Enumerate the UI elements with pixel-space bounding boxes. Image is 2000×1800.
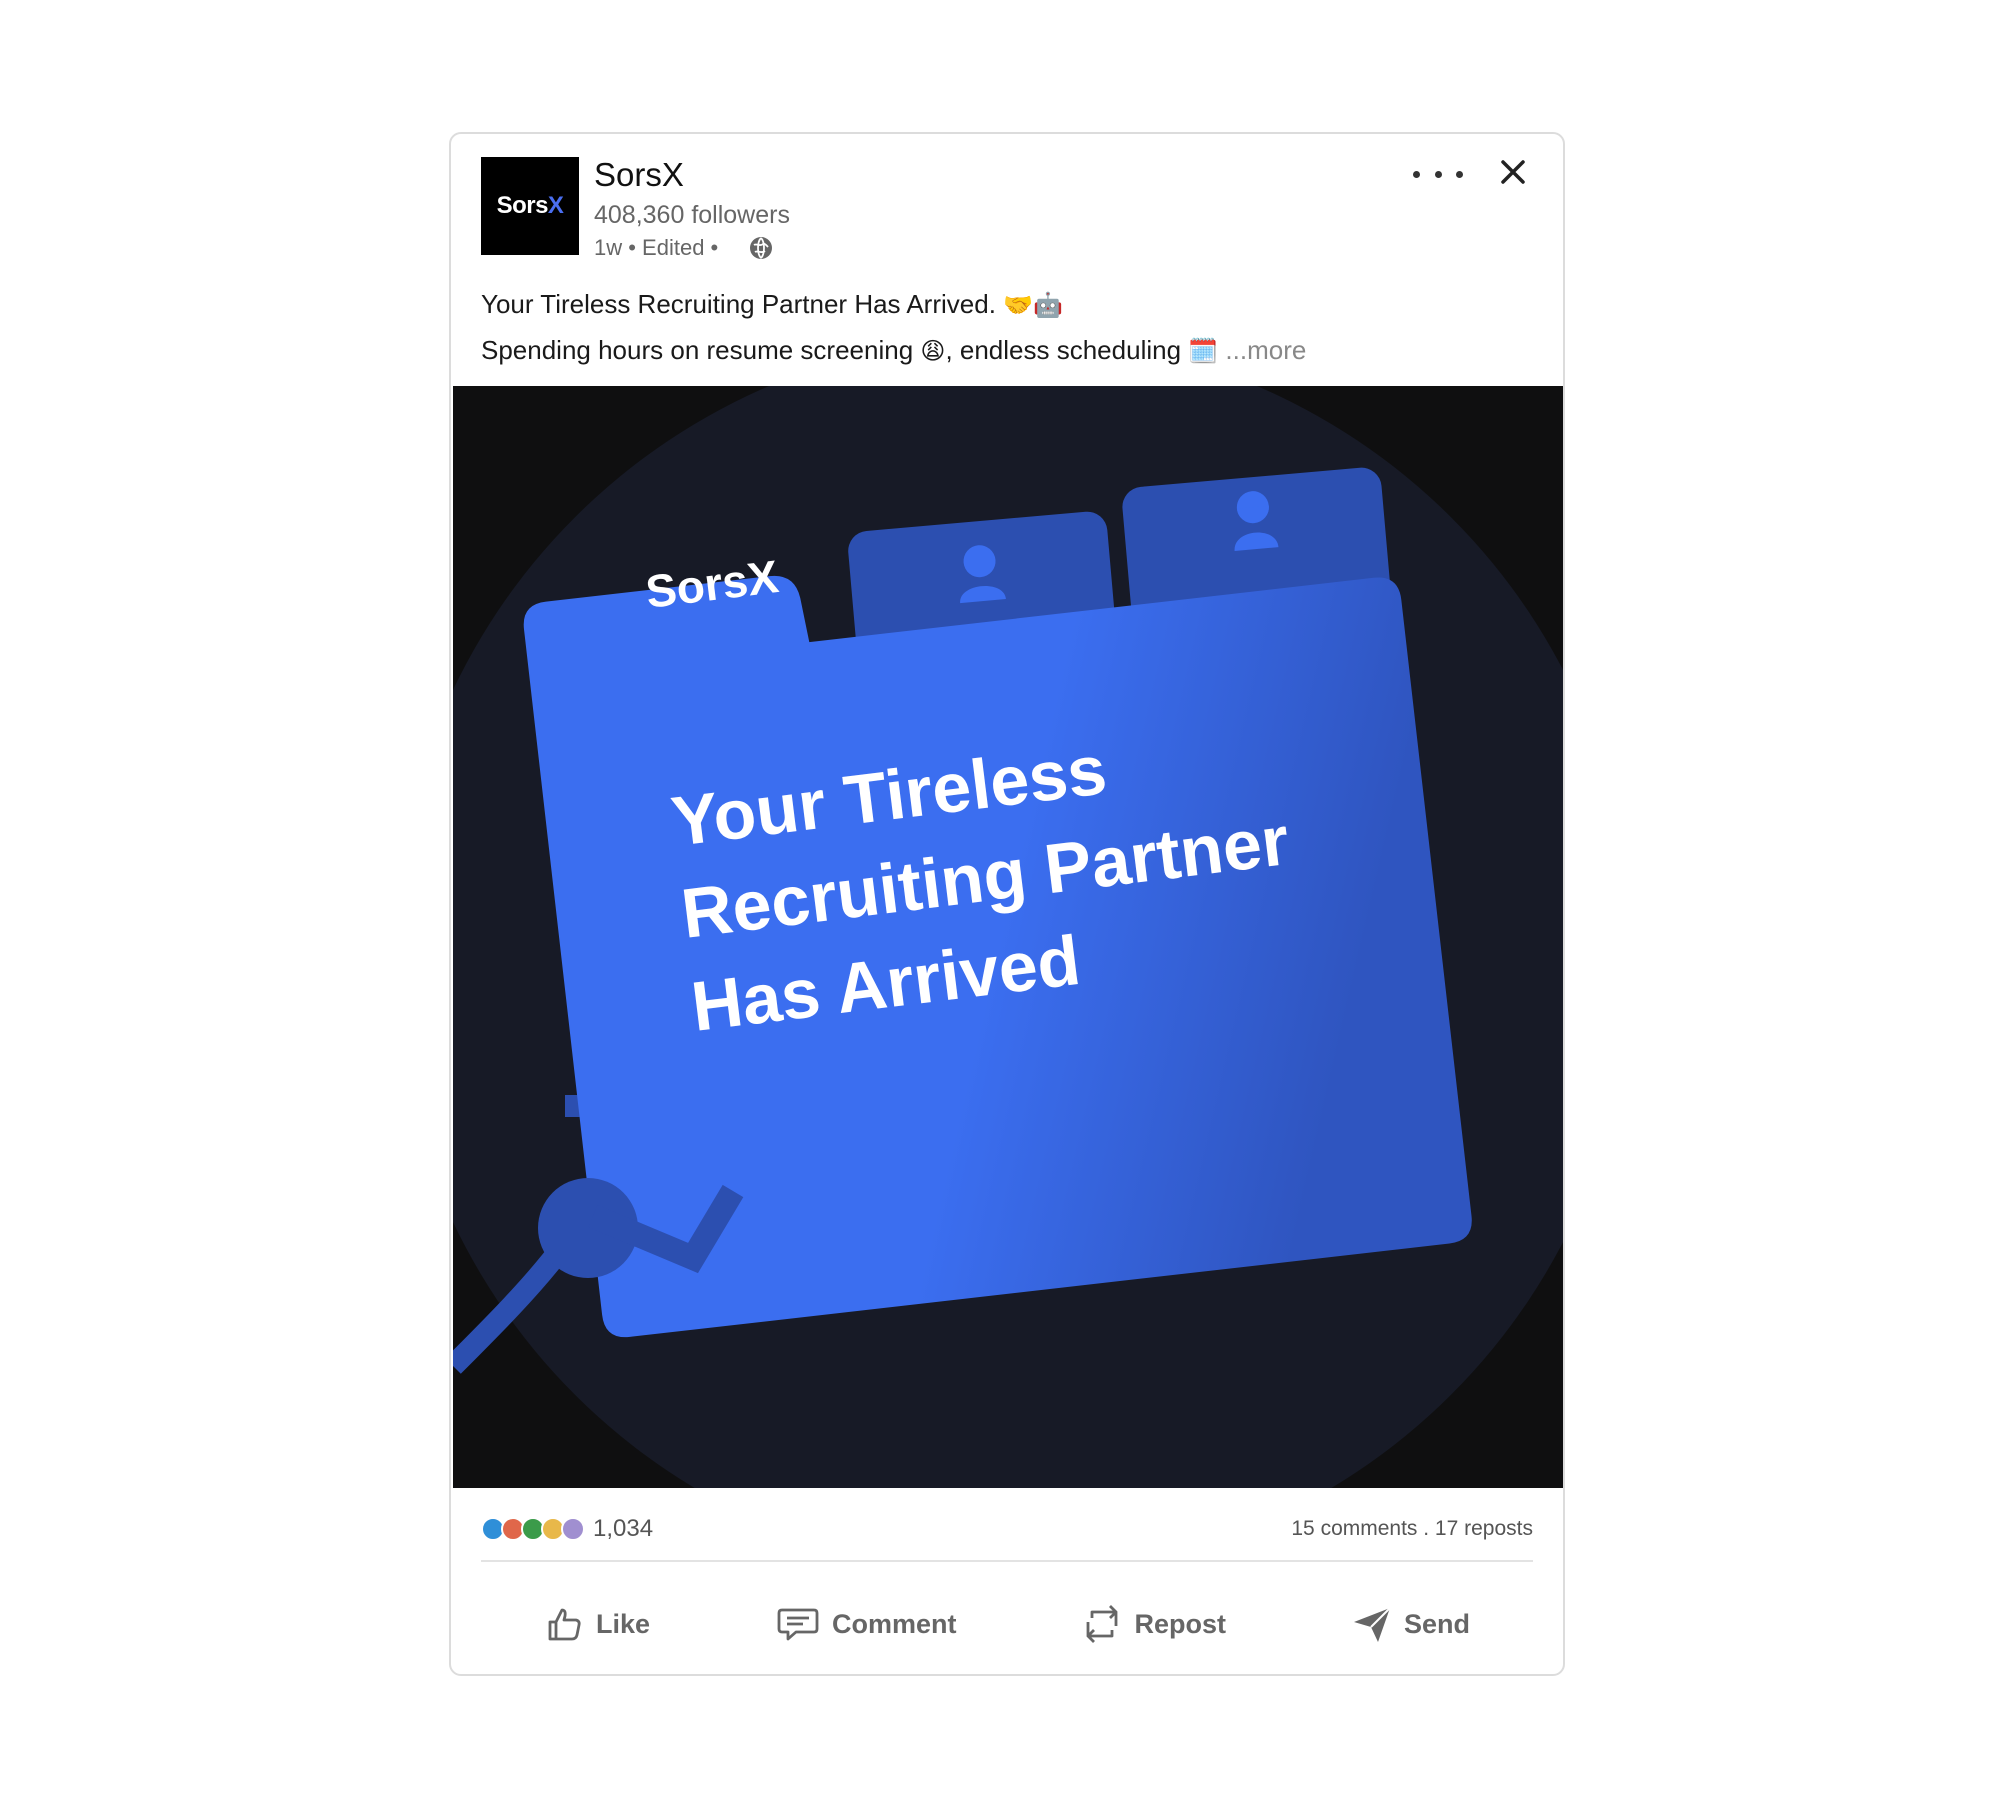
globe-icon [750,237,773,259]
more-dot-icon [1456,170,1463,178]
more-dot-icon [1413,170,1420,178]
repost-icon [1087,1605,1118,1643]
post-actions: Like Comment Repost Send [481,1584,1533,1664]
weary-face-emoji: 😩 [920,337,946,365]
logo-text: Sors [496,192,549,219]
post-card: Sors X SorsX 408,360 followers 1w • Edite… [449,132,1565,1676]
post-stats: 1,034 15 comments . 17 reposts [481,1509,1533,1549]
funny-reaction-icon [561,1517,585,1541]
post-header: Sors X SorsX 408,360 followers 1w • Edite… [451,134,1563,264]
post-image[interactable]: SorsX Your Tireless Recruiting Partner H… [453,386,1563,1488]
reactions-summary[interactable]: 1,034 [481,1515,653,1543]
post-body: Your Tireless Recruiting Partner Has Arr… [481,282,1533,374]
post-timestamp: 1w • Edited • [594,235,719,260]
reaction-count: 1,034 [593,1515,654,1542]
close-button[interactable] [1497,156,1529,188]
comment-button[interactable]: Comment [776,1604,957,1644]
logo-text-accent: X [547,192,564,219]
like-button[interactable]: Like [544,1604,650,1644]
post-text-segment: , endless scheduling [945,335,1182,365]
comment-label: Comment [831,1608,957,1639]
handshake-robot-emoji: 🤝🤖 [1003,291,1063,319]
post-line-1: Your Tireless Recruiting Partner Has Arr… [481,282,1533,328]
post-line-2: Spending hours on resume screening 😩, en… [481,328,1533,374]
see-more-link[interactable]: ...more [1225,335,1306,365]
folder-illustration: SorsX Your Tireless Recruiting Partner H… [453,386,1563,1488]
reaction-icons [481,1517,585,1541]
comments-reposts-count[interactable]: 15 comments . 17 reposts [1291,1517,1533,1541]
thumbs-up-icon [548,1608,581,1641]
send-label: Send [1403,1608,1470,1639]
repost-label: Repost [1134,1608,1226,1639]
follower-count: 408,360 followers [594,201,790,229]
folder-front [523,575,1472,1338]
like-label: Like [595,1608,651,1639]
comment-icon [777,1608,819,1641]
more-options-button[interactable] [1413,156,1463,192]
company-logo[interactable]: Sors X [481,157,579,255]
repost-button[interactable]: Repost [1082,1602,1226,1646]
calendar-emoji: 🗓️ [1188,337,1219,365]
post-text-segment: Spending hours on resume screening [481,335,914,365]
company-name[interactable]: SorsX [594,156,684,194]
send-icon [1353,1607,1391,1642]
send-button[interactable]: Send [1352,1604,1470,1644]
post-meta: 1w • Edited • [594,235,774,261]
post-headline: Your Tireless Recruiting Partner Has Arr… [481,289,996,319]
more-dot-icon [1434,170,1442,178]
divider [481,1560,1533,1562]
